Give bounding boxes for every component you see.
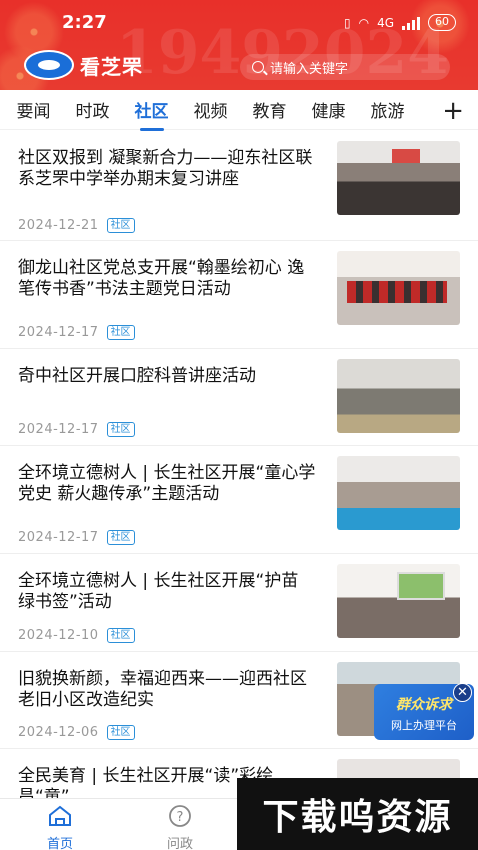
news-meta: 2024-12-21 社区 (18, 218, 135, 233)
news-item[interactable]: 御龙山社区党总支开展“翰墨绘初心 逸笔传书香”书法主题党日活动 2024-12-… (0, 241, 478, 349)
nav-home-label: 首页 (46, 837, 73, 850)
news-title: 御龙山社区党总支开展“翰墨绘初心 逸笔传书香”书法主题党日活动 (18, 258, 305, 299)
category-tabs: 要闻 时政 社区 视频 教育 健康 旅游 (0, 90, 478, 131)
news-meta: 2024-12-17 社区 (18, 530, 135, 545)
news-item[interactable]: 全环境立德树人 | 长生社区开展“童心学党史 薪火趣传承”主题活动 2024-1… (0, 446, 478, 554)
nav-inquiry-label: 问政 (166, 837, 193, 850)
news-date: 2024-12-17 (18, 325, 99, 340)
news-item[interactable]: 全环境立德树人 | 长生社区开展“护苗 绿书签”活动 2024-12-10 社区 (0, 554, 478, 652)
vibrate-icon: ▯ (343, 15, 351, 30)
tab-travel[interactable]: 旅游 (358, 97, 417, 122)
news-title: 奇中社区开展口腔科普讲座活动 (18, 366, 256, 386)
tab-politics[interactable]: 时政 (63, 97, 122, 122)
question-icon: ? (169, 805, 191, 827)
news-title: 全环境立德树人 | 长生社区开展“护苗 绿书签”活动 (18, 571, 299, 612)
news-date: 2024-12-10 (18, 628, 99, 643)
news-title: 全环境立德树人 | 长生社区开展“童心学党史 薪火趣传承”主题活动 (18, 463, 316, 504)
app-header: 1949 2024 2:27 ▯ ◠ 4G 60 看芝罘 请输入关键字 (0, 0, 478, 90)
add-tab-button[interactable]: + (442, 96, 464, 126)
news-meta: 2024-12-17 社区 (18, 325, 135, 340)
news-tag: 社区 (106, 725, 135, 740)
news-tag: 社区 (106, 218, 135, 233)
nav-inquiry[interactable]: ? 问政 (150, 805, 210, 850)
search-bar[interactable]: 请输入关键字 (240, 54, 450, 80)
tab-video[interactable]: 视频 (181, 97, 240, 122)
tab-news[interactable]: 要闻 (4, 97, 63, 122)
search-icon (252, 61, 264, 73)
search-placeholder: 请输入关键字 (270, 61, 349, 77)
news-tag: 社区 (106, 422, 135, 437)
news-title: 社区双报到 凝聚新合力——迎东社区联系芝罘中学举办期末复习讲座 (18, 148, 313, 189)
close-icon[interactable]: ✕ (453, 683, 472, 702)
watermark-overlay: 下载呜资源 (237, 778, 478, 850)
tab-health[interactable]: 健康 (299, 97, 358, 122)
news-thumbnail (337, 141, 460, 215)
news-thumbnail (337, 456, 460, 530)
logo-eye-icon (24, 50, 74, 80)
app-logo[interactable]: 看芝罘 (24, 50, 143, 80)
news-meta: 2024-12-06 社区 (18, 725, 135, 740)
news-thumbnail (337, 359, 460, 433)
battery-indicator: 60 (428, 14, 456, 31)
news-date: 2024-12-21 (18, 218, 99, 233)
network-label: 4G (377, 15, 394, 30)
news-date: 2024-12-06 (18, 725, 99, 740)
logo-text: 看芝罘 (80, 54, 143, 79)
home-icon (49, 805, 71, 826)
news-tag: 社区 (106, 530, 135, 545)
badge-line2: 网上办理平台 (391, 719, 457, 732)
tab-education[interactable]: 教育 (240, 97, 299, 122)
svg-text:?: ? (177, 810, 184, 825)
news-thumbnail (337, 564, 460, 638)
news-item[interactable]: 奇中社区开展口腔科普讲座活动 2024-12-17 社区 (0, 349, 478, 446)
status-time: 2:27 (62, 12, 107, 33)
wifi-icon: ◠ (358, 15, 370, 30)
news-title: 旧貌换新颜，幸福迎西来——迎西社区老旧小区改造纪实 (18, 669, 307, 710)
news-date: 2024-12-17 (18, 422, 99, 437)
signal-icon (402, 16, 420, 30)
news-meta: 2024-12-10 社区 (18, 628, 135, 643)
news-thumbnail (337, 251, 460, 325)
news-tag: 社区 (106, 628, 135, 643)
news-item[interactable]: 社区双报到 凝聚新合力——迎东社区联系芝罘中学举办期末复习讲座 2024-12-… (0, 131, 478, 241)
news-date: 2024-12-17 (18, 530, 99, 545)
nav-home[interactable]: 首页 (30, 805, 90, 850)
tab-community[interactable]: 社区 (122, 97, 181, 131)
status-icons: ▯ ◠ 4G 60 (344, 14, 456, 31)
news-tag: 社区 (106, 325, 135, 340)
news-meta: 2024-12-17 社区 (18, 422, 135, 437)
